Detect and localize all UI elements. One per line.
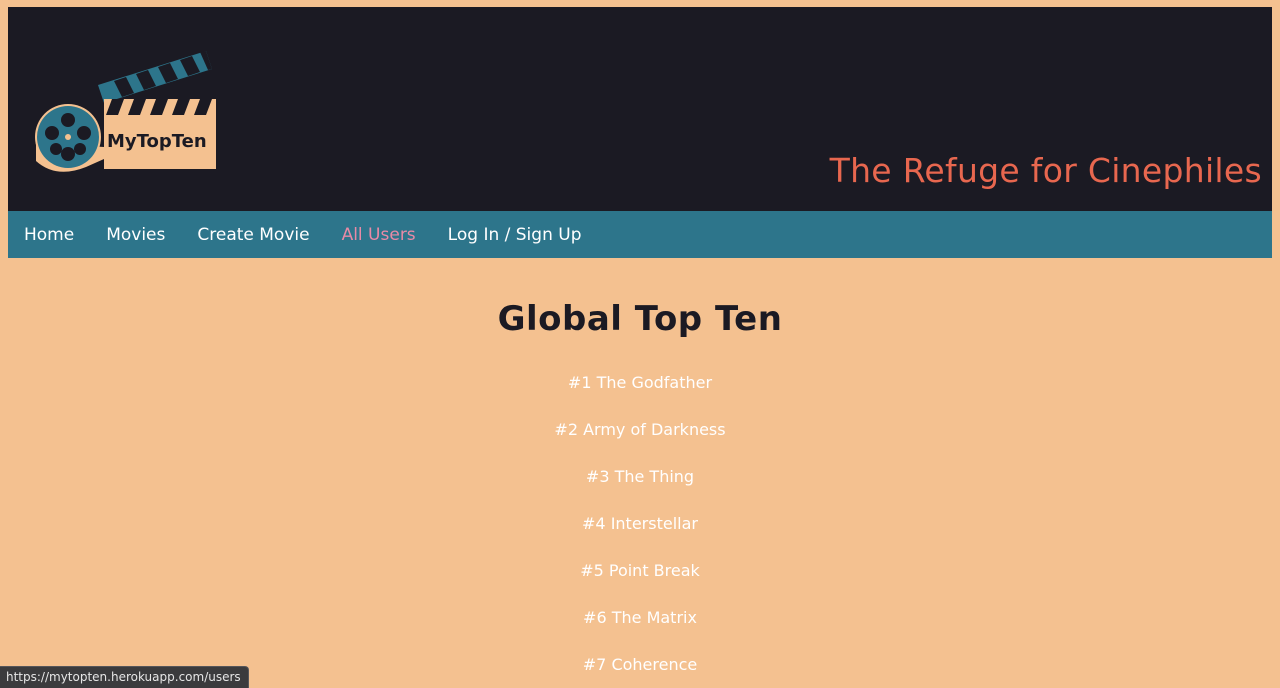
movie-link[interactable]: #1 The Godfather [568, 373, 712, 392]
movie-link[interactable]: #6 The Matrix [583, 608, 697, 627]
browser-status-bar: https://mytopten.herokuapp.com/users [0, 666, 249, 688]
movie-link[interactable]: #3 The Thing [586, 467, 694, 486]
site-logo[interactable]: MyTopTen [26, 43, 216, 173]
list-item: #4 Interstellar [0, 513, 1280, 560]
nav-create-movie[interactable]: Create Movie [197, 225, 309, 245]
movie-link[interactable]: #7 Coherence [583, 655, 697, 674]
nav-login-signup[interactable]: Log In / Sign Up [448, 225, 582, 245]
nav-all-users[interactable]: All Users [342, 225, 416, 245]
site-header: MyTopTen The Refuge for Cinephiles [8, 7, 1272, 211]
film-reel-icon [35, 104, 101, 170]
list-item: #6 The Matrix [0, 607, 1280, 654]
logo-text: MyTopTen [107, 131, 207, 152]
page-title: Global Top Ten [497, 299, 783, 339]
movie-link[interactable]: #4 Interstellar [582, 514, 698, 533]
tagline: The Refuge for Cinephiles [829, 151, 1262, 190]
list-item: #2 Army of Darkness [0, 419, 1280, 466]
movie-link[interactable]: #2 Army of Darkness [554, 420, 725, 439]
list-item: #1 The Godfather [0, 372, 1280, 419]
top-ten-list: #1 The Godfather #2 Army of Darkness #3 … [0, 372, 1280, 688]
main-nav: Home Movies Create Movie All Users Log I… [8, 211, 1272, 258]
list-item: #3 The Thing [0, 466, 1280, 513]
main-content: Global Top Ten #1 The Godfather #2 Army … [0, 258, 1280, 688]
nav-movies[interactable]: Movies [106, 225, 165, 245]
page: MyTopTen The Refuge for Cinephiles Home … [0, 0, 1280, 688]
nav-home[interactable]: Home [24, 225, 74, 245]
list-item: #5 Point Break [0, 560, 1280, 607]
movie-link[interactable]: #5 Point Break [580, 561, 700, 580]
